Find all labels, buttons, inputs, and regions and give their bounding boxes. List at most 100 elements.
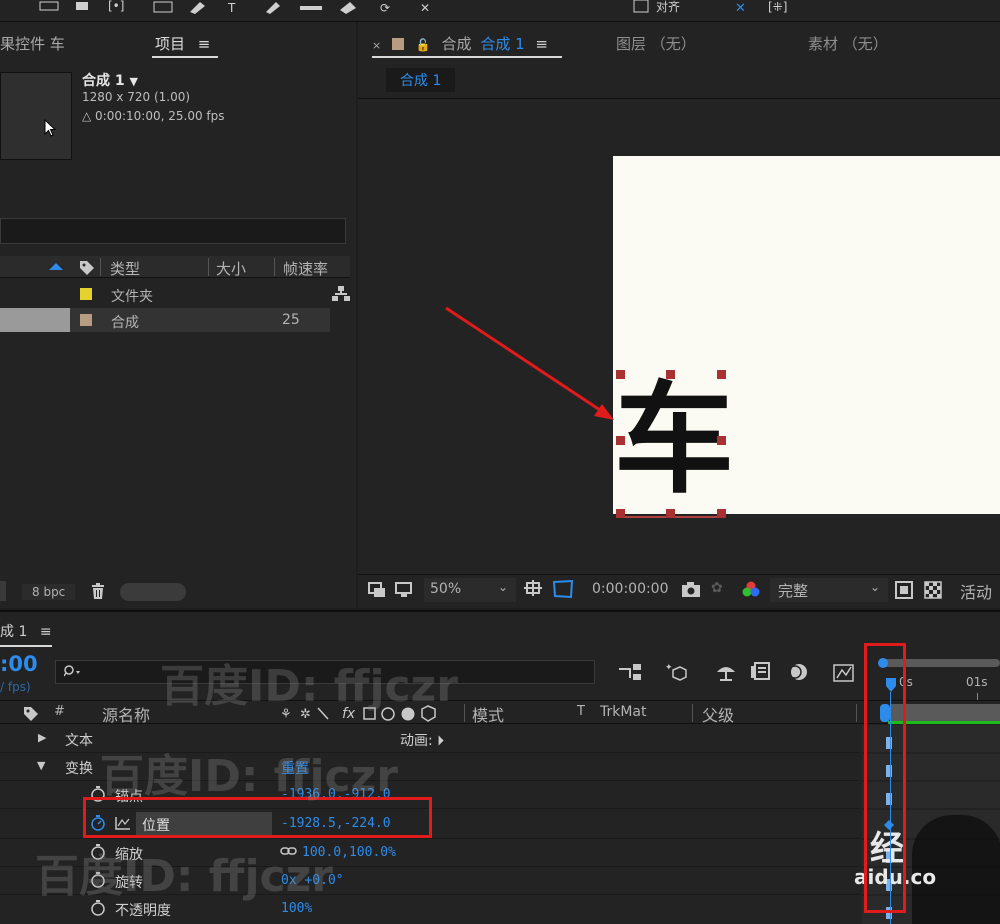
- project-footer: 8 bpc: [0, 576, 356, 606]
- project-column-header: 类型 大小 帧速率: [0, 256, 350, 278]
- col-divider: [856, 704, 857, 722]
- folder-swatch-icon: [80, 288, 92, 300]
- flowchart-icon[interactable]: [332, 286, 350, 302]
- svg-text:[⁜]: [⁜]: [768, 0, 787, 14]
- transform-handles[interactable]: [616, 370, 728, 520]
- active-camera-select[interactable]: 活动: [960, 579, 992, 603]
- animate-menu[interactable]: 动画: ⏵: [400, 730, 444, 750]
- svg-text:T: T: [227, 1, 236, 15]
- tab-layer[interactable]: 图层 （无）: [616, 33, 696, 54]
- project-scrollbar[interactable]: [120, 583, 186, 601]
- tab-effect-controls[interactable]: 果控件 车: [0, 33, 65, 54]
- tab-project-underline: [152, 56, 218, 58]
- col-type-header[interactable]: 类型: [110, 258, 140, 279]
- play-circle-icon: ⏵: [437, 733, 445, 749]
- motion-blur-icon[interactable]: [787, 662, 809, 682]
- tab-composition[interactable]: × 🔓 合成 合成 1 ≡: [372, 33, 548, 54]
- col-source-name-header[interactable]: 源名称: [102, 702, 150, 726]
- timeline-tab-label: 成 1: [0, 624, 28, 640]
- sort-ascending-icon[interactable]: [48, 260, 64, 272]
- resolution-value: 完整: [778, 582, 809, 600]
- layer-column-header: # 源名称 ⚘ ✲ fx 模式 T TrkMat 父级: [0, 700, 1000, 726]
- monitor-icon[interactable]: [395, 582, 413, 598]
- highlight-box-timeline: [864, 643, 906, 913]
- label-tag-icon[interactable]: [22, 705, 40, 721]
- timeline-tab-underline: [0, 645, 52, 647]
- project-search-input[interactable]: [0, 218, 346, 244]
- tab-comp-underline: [372, 56, 562, 58]
- viewer-timecode[interactable]: 0:00:00:00: [592, 581, 669, 597]
- svg-text:[•]: [•]: [108, 0, 124, 13]
- item-size: 25: [282, 312, 300, 328]
- resolution-select[interactable]: 完整 ⌄: [770, 578, 888, 602]
- viewer-area[interactable]: 车: [358, 100, 1000, 574]
- always-preview-icon[interactable]: [368, 582, 386, 598]
- comp-name-label: 合成 1: [82, 73, 125, 89]
- comp-name[interactable]: 合成 1 ▼: [82, 70, 138, 90]
- comp-duration: △ 0:00:10:00, 25.00 fps: [82, 109, 225, 123]
- viewer-toolbar: 50% ⌄ 0:00:00:00 ✿ 完整 ⌄ 活动: [358, 574, 1000, 604]
- col-divider: [692, 704, 693, 722]
- checkerboard-icon[interactable]: [924, 581, 942, 599]
- col-t-header: T: [577, 704, 585, 719]
- comp-swatch-icon: [392, 38, 404, 50]
- comp-flowchart-icon[interactable]: [619, 664, 643, 682]
- tab-project[interactable]: 项目 ≡: [155, 33, 210, 54]
- expand-triangle-icon[interactable]: ▶: [38, 731, 46, 744]
- fast-preview-icon[interactable]: [895, 581, 913, 599]
- svg-text:⟳: ⟳: [380, 1, 390, 15]
- timeline-tab[interactable]: 成 1 ≡: [0, 621, 52, 641]
- breadcrumb[interactable]: 合成 1: [386, 68, 456, 92]
- chevron-down-icon: ⌄: [870, 580, 881, 594]
- col-mode-header[interactable]: 模式: [472, 702, 504, 726]
- snapshot-camera-icon[interactable]: [681, 582, 701, 598]
- selection-highlight: [0, 308, 70, 332]
- draft-3d-icon[interactable]: ✦: [665, 662, 687, 682]
- region-of-interest-icon[interactable]: [524, 580, 544, 598]
- tab-menu-icon[interactable]: ≡: [40, 624, 52, 640]
- col-size-header[interactable]: 大小: [216, 258, 246, 279]
- trash-icon[interactable]: [91, 583, 105, 599]
- col-divider: [464, 704, 465, 722]
- collapse-triangle-icon[interactable]: ▼: [37, 759, 45, 772]
- comp-swatch-icon: [80, 314, 92, 326]
- label-tag-icon[interactable]: [78, 259, 96, 275]
- graph-editor-icon[interactable]: [833, 662, 855, 682]
- col-divider: [274, 258, 275, 276]
- shy-layers-icon[interactable]: [715, 662, 737, 682]
- watermark-text: 百度ID: ffjczr: [35, 851, 333, 902]
- list-item[interactable]: 文件夹: [0, 283, 350, 307]
- tab-menu-icon[interactable]: ≡: [535, 35, 548, 53]
- list-item[interactable]: 合成 25: [0, 308, 330, 332]
- dropdown-triangle-icon[interactable]: ▼: [130, 75, 138, 88]
- layer-number-header: #: [54, 704, 65, 719]
- svg-text:✕: ✕: [735, 1, 746, 16]
- toolbar-icons[interactable]: [•] T ⟳ ✕ 对齐 ✕ [⁜]: [0, 0, 1000, 16]
- close-icon[interactable]: ×: [372, 39, 381, 52]
- col-fps-header[interactable]: 帧速率: [283, 258, 328, 279]
- watermark-text: 百度ID: ffjczr: [100, 751, 398, 802]
- search-icon: [64, 665, 84, 679]
- tab-footage[interactable]: 素材 （无）: [808, 33, 888, 54]
- col-divider: [100, 258, 101, 276]
- comp-thumbnail: [0, 72, 72, 160]
- ruler-tick: [977, 693, 978, 700]
- property-group-transform: 变换: [65, 761, 93, 777]
- bpc-button[interactable]: 8 bpc: [22, 584, 76, 600]
- col-parent-header[interactable]: 父级: [702, 702, 734, 726]
- zoom-select[interactable]: 50% ⌄: [424, 578, 516, 602]
- cursor-icon: [44, 119, 56, 137]
- color-channels-icon[interactable]: [741, 580, 761, 598]
- col-trkmat-header[interactable]: TrkMat: [600, 704, 647, 720]
- ruler-label-1: 01s: [966, 675, 988, 689]
- time-navigator-bar[interactable]: [890, 704, 1000, 722]
- timeline-fps: / fps): [0, 680, 31, 694]
- lock-icon[interactable]: 🔓: [416, 38, 431, 52]
- watermark-text: 百度ID: ffjczr: [160, 661, 458, 712]
- tab-project-label: 项目: [155, 35, 186, 53]
- tab-menu-icon[interactable]: ≡: [198, 35, 211, 53]
- frame-blending-icon[interactable]: [751, 662, 773, 682]
- transparency-grid-icon[interactable]: [552, 579, 574, 599]
- show-snapshot-icon[interactable]: ✿: [711, 580, 723, 596]
- timeline-timecode[interactable]: :00: [0, 652, 38, 676]
